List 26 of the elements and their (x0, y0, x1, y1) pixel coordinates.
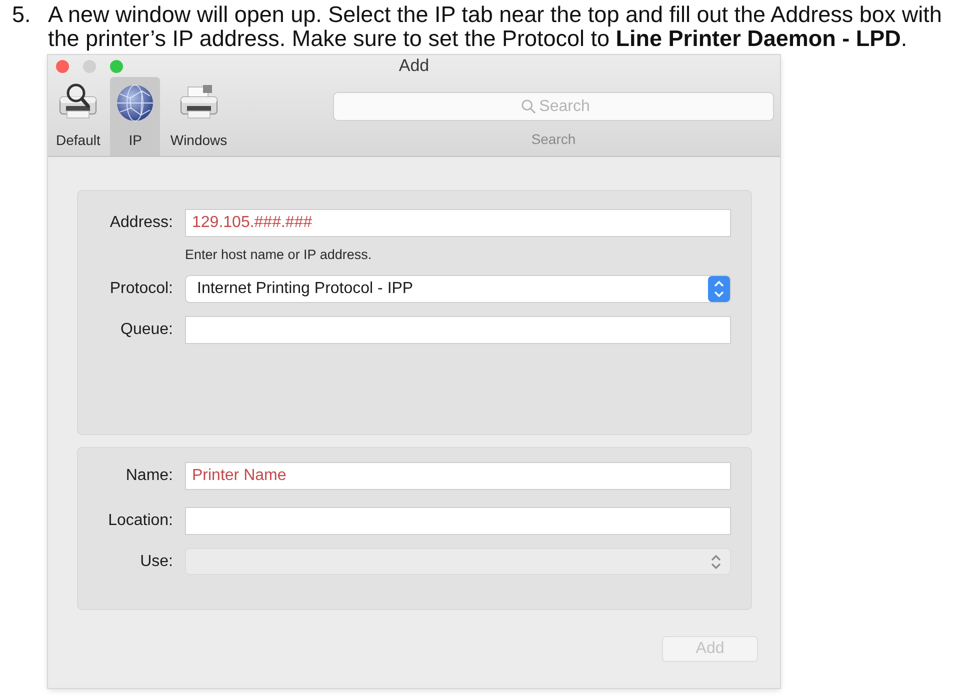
close-button[interactable] (56, 60, 69, 72)
instruction-text: A new window will open up. Select the IP tab near the top and fill out the Address box with the printer’s IP address. Make sure to set the Protocol to Line Printer Daemon - LPD. (48, 3, 943, 51)
toolbar-tab[interactable]: Default (52, 77, 104, 156)
input-field[interactable] (185, 507, 731, 535)
minimize-button[interactable] (83, 60, 96, 72)
field-label: Protocol: (108, 280, 173, 298)
input-field[interactable]: 129.105.###.### (185, 209, 731, 237)
chevrons-icon (710, 554, 722, 570)
field-label: Address: (108, 214, 173, 232)
toolbar-tab[interactable]: Windows (166, 77, 232, 156)
zoom-button[interactable] (110, 60, 123, 72)
field-label: Location: (107, 512, 173, 530)
chevrons-icon (708, 276, 730, 302)
search-icon (520, 99, 536, 114)
step-number: 5. (12, 3, 32, 29)
input-field[interactable]: Printer Name (185, 462, 731, 490)
toolbar-tab[interactable]: IP (110, 77, 160, 156)
search-label: Search (531, 131, 576, 148)
search-field[interactable]: Search (333, 92, 774, 121)
popup-menu[interactable]: Internet Printing Protocol - IPP (185, 275, 731, 303)
field-label: Use: (139, 552, 173, 570)
window-title: Add (398, 56, 430, 76)
field-label: Queue: (120, 321, 173, 339)
field-label: Name: (124, 467, 173, 485)
input-field[interactable] (185, 316, 731, 344)
hint-text: Enter host name or IP address. (185, 247, 372, 263)
